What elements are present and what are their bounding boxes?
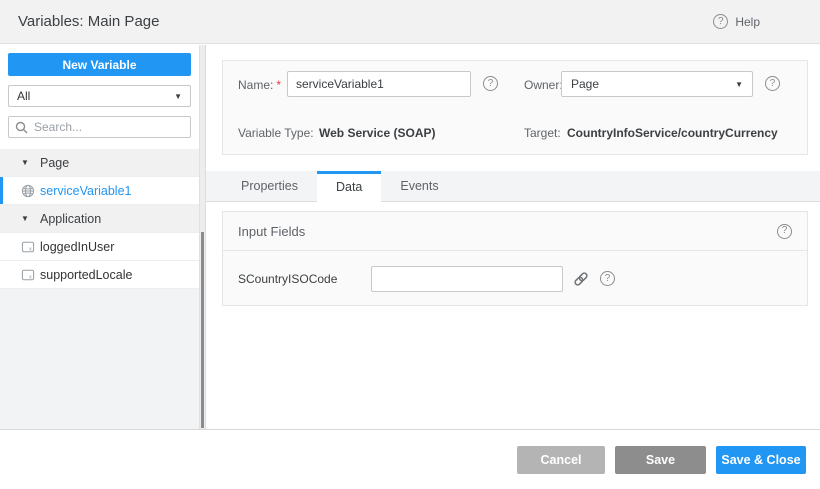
input-fields-title: Input Fields	[238, 224, 305, 239]
expander-icon[interactable]: ▼	[21, 158, 40, 167]
variable-summary-card: Name:* ? Owner:* Page ▼ ? Variable Type:…	[222, 60, 808, 155]
tree-group-application[interactable]: ▼ Application	[0, 205, 199, 233]
tree-item-loggedinuser[interactable]: x loggedInUser	[0, 233, 199, 261]
help-label: Help	[735, 15, 760, 29]
save-and-close-button[interactable]: Save & Close	[716, 446, 806, 474]
name-help-icon[interactable]: ?	[483, 76, 498, 91]
input-fields-help-icon[interactable]: ?	[777, 224, 792, 239]
caret-down-icon: ▼	[735, 80, 743, 89]
required-mark: *	[276, 78, 281, 92]
sidebar-controls: New Variable All ▼	[0, 45, 199, 149]
tab-events[interactable]: Events	[381, 171, 457, 202]
sidebar-scrollbar[interactable]	[199, 45, 206, 429]
web-service-variable-icon	[21, 184, 40, 198]
variable-icon: x	[21, 268, 40, 282]
variables-tree: ▼ Page serviceVariable1	[0, 149, 199, 289]
tree-item-label: loggedInUser	[40, 240, 114, 254]
tree-group-page[interactable]: ▼ Page	[0, 149, 199, 177]
scrollbar-thumb[interactable]	[201, 232, 204, 428]
cancel-button[interactable]: Cancel	[517, 446, 605, 474]
detail-tabbar: Properties Data Events	[206, 171, 820, 202]
bind-field-button[interactable]	[573, 271, 589, 287]
help-link[interactable]: ? Help	[713, 14, 760, 29]
input-fields-card: Input Fields ? SCountryISOCode	[222, 211, 808, 306]
sidebar-empty-area	[0, 289, 199, 429]
input-field-row: SCountryISOCode ?	[223, 251, 807, 306]
tab-properties[interactable]: Properties	[222, 171, 317, 202]
save-button[interactable]: Save	[615, 446, 706, 474]
variables-dialog: Variables: Main Page ? Help New Variable…	[0, 0, 820, 489]
svg-text:x: x	[29, 246, 32, 252]
variable-icon: x	[21, 240, 40, 254]
variables-sidebar: New Variable All ▼ ▼ Page	[0, 45, 199, 429]
input-fields-header: Input Fields ?	[223, 212, 807, 251]
title-bar: Variables: Main Page ? Help	[0, 0, 820, 44]
tab-data[interactable]: Data	[317, 171, 381, 202]
page-title: Variables: Main Page	[18, 13, 159, 30]
scountryisocode-input[interactable]	[371, 266, 563, 292]
dialog-footer: Cancel Save Save & Close	[0, 431, 820, 489]
expander-icon[interactable]: ▼	[21, 214, 40, 223]
caret-down-icon: ▼	[174, 92, 182, 101]
tree-item-label: serviceVariable1	[40, 184, 131, 198]
name-input[interactable]	[287, 71, 471, 97]
owner-select[interactable]: Page ▼	[561, 71, 753, 97]
tree-item-label: supportedLocale	[40, 268, 132, 282]
tree-group-label: Page	[40, 156, 69, 170]
variable-type-value: Web Service (SOAP)	[319, 126, 435, 140]
name-label: Name:*	[238, 78, 281, 92]
search-box[interactable]	[8, 116, 191, 138]
owner-help-icon[interactable]: ?	[765, 76, 780, 91]
svg-text:x: x	[29, 274, 32, 280]
variable-filter-value: All	[17, 89, 30, 103]
dialog-body: New Variable All ▼ ▼ Page	[0, 45, 820, 430]
target-value: CountryInfoService/countryCurrency	[567, 126, 778, 140]
new-variable-button[interactable]: New Variable	[8, 53, 191, 76]
tree-group-label: Application	[40, 212, 101, 226]
variable-detail-panel: Name:* ? Owner:* Page ▼ ? Variable Type:…	[206, 45, 820, 429]
tree-item-supportedlocale[interactable]: x supportedLocale	[0, 261, 199, 289]
search-icon	[15, 121, 28, 134]
field-label: SCountryISOCode	[238, 272, 371, 286]
tree-item-servicevariable1[interactable]: serviceVariable1	[0, 177, 199, 205]
help-icon: ?	[713, 14, 728, 29]
variable-type-label: Variable Type:	[238, 126, 314, 140]
variable-filter-dropdown[interactable]: All ▼	[8, 85, 191, 107]
field-help-icon[interactable]: ?	[600, 271, 615, 286]
target-label: Target:	[524, 126, 561, 140]
owner-value: Page	[571, 77, 599, 91]
search-input[interactable]	[34, 120, 184, 134]
link-icon	[573, 271, 589, 287]
